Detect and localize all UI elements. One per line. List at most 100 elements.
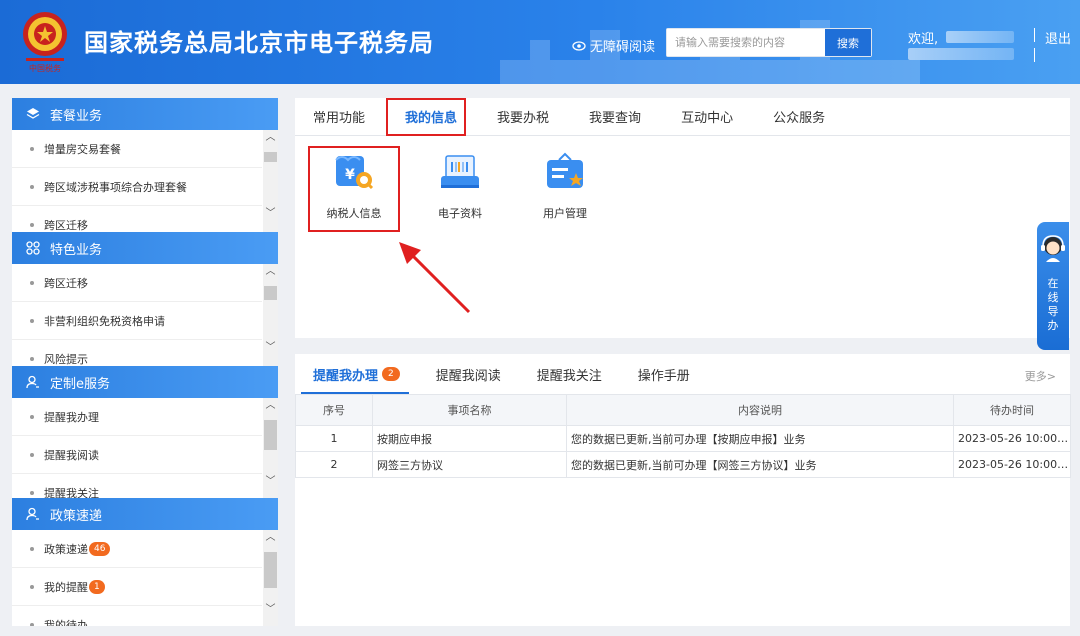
chevron-up-icon[interactable]: ︿	[265, 532, 276, 543]
app-label: 用户管理	[543, 207, 587, 220]
user-icon	[26, 375, 40, 389]
section-list: 跨区迁移 非营利组织免税资格申请 风险提示 ︿ ﹀	[12, 264, 278, 366]
eye-icon	[572, 40, 586, 51]
active-tab-underline	[301, 392, 409, 394]
my-info-panel: 常用功能 我的信息 我要办税 我要查询 互动中心 公众服务 ¥ 纳税人信息 电子…	[295, 98, 1070, 338]
scrollbar[interactable]: ︿ ﹀	[263, 398, 278, 500]
column-header: 事项名称	[372, 394, 567, 426]
chevron-down-icon[interactable]: ﹀	[265, 342, 276, 353]
count-badge: 2	[382, 367, 400, 381]
table-cell[interactable]: 网签三方协议	[372, 451, 567, 478]
welcome-text: 欢迎,	[908, 32, 939, 47]
table-row[interactable]: 2 网签三方协议 您的数据已更新,当前可办理【网签三方协议】业务 2023-05…	[295, 451, 1071, 478]
list-item[interactable]: 跨区域涉税事项综合办理套餐	[12, 168, 262, 206]
list-item[interactable]: 非营利组织免税资格申请	[12, 302, 262, 340]
column-header: 序号	[295, 394, 373, 426]
tab-public-service[interactable]: 公众服务	[773, 107, 825, 126]
sidebar-section-custom: 定制e服务 提醒我办理 提醒我阅读 提醒我关注 ︿ ﹀	[12, 366, 278, 500]
list-item[interactable]: 政策速递 46	[12, 530, 262, 568]
sidebar-section-policy: 政策速递 政策速递 46 我的提醒 1 我的待办 ︿ ﹀	[12, 498, 278, 626]
list-item[interactable]: 跨区迁移	[12, 264, 262, 302]
scrollbar-thumb[interactable]	[264, 152, 277, 162]
table-cell: 2	[295, 451, 373, 478]
online-guide-label: 在线导办	[1047, 277, 1059, 332]
section-header[interactable]: 套餐业务	[12, 98, 278, 130]
highlight-box-taxpayer-info	[308, 146, 400, 232]
layers-icon	[26, 107, 40, 121]
user-icon	[26, 507, 40, 521]
section-list: 政策速递 46 我的提醒 1 我的待办 ︿ ﹀	[12, 530, 278, 626]
tab-remind-handle[interactable]: 提醒我办理 2	[313, 365, 400, 384]
scrollbar[interactable]: ︿ ﹀	[263, 130, 278, 232]
chevron-up-icon[interactable]: ︿	[265, 266, 276, 277]
list-item[interactable]: 我的提醒 1	[12, 568, 262, 606]
logout-link[interactable]: 退出	[1045, 28, 1071, 47]
svg-text:中国税务: 中国税务	[29, 63, 61, 73]
tab-interaction[interactable]: 互动中心	[681, 107, 733, 126]
app-user-management[interactable]: 用户管理	[520, 146, 610, 221]
reminders-panel: 提醒我办理 2 提醒我阅读 提醒我关注 操作手册 更多> 序号 事项名称 内容说…	[295, 354, 1071, 626]
tab-remind-follow[interactable]: 提醒我关注	[537, 365, 602, 384]
section-list: 增量房交易套餐 跨区域涉税事项综合办理套餐 跨区迁移 ︿ ﹀	[12, 130, 278, 232]
online-guide-button[interactable]: 在线导办	[1037, 222, 1069, 350]
search-input[interactable]	[667, 29, 825, 56]
section-list: 提醒我办理 提醒我阅读 提醒我关注 ︿ ﹀	[12, 398, 278, 500]
chevron-up-icon[interactable]: ︿	[265, 132, 276, 143]
tab-remind-read[interactable]: 提醒我阅读	[436, 365, 501, 384]
list-item[interactable]: 提醒我办理	[12, 398, 262, 436]
section-header[interactable]: 特色业务	[12, 232, 278, 264]
table-cell[interactable]: 按期应申报	[372, 425, 567, 452]
customer-service-icon	[1041, 235, 1065, 262]
accessibility-link[interactable]: 无障碍阅读	[572, 36, 655, 55]
table-cell: 2023-05-26 10:00:...	[953, 451, 1071, 478]
electronic-docs-icon	[441, 155, 479, 188]
tab-manual[interactable]: 操作手册	[638, 365, 690, 384]
list-item[interactable]: 提醒我关注	[12, 474, 262, 500]
sidebar-section-package: 套餐业务 增量房交易套餐 跨区域涉税事项综合办理套餐 跨区迁移 ︿ ﹀	[12, 98, 278, 232]
table-cell: 1	[295, 425, 373, 452]
user-management-icon	[547, 152, 583, 188]
section-header[interactable]: 政策速递	[12, 498, 278, 530]
count-badge: 1	[89, 579, 105, 594]
app-electronic-docs[interactable]: 电子资料	[415, 146, 505, 221]
username-redacted	[946, 31, 1014, 43]
scrollbar-thumb[interactable]	[264, 286, 277, 300]
section-title: 套餐业务	[50, 108, 103, 124]
highlight-box-tab	[386, 98, 466, 136]
chevron-down-icon[interactable]: ﹀	[265, 208, 276, 219]
tab-query[interactable]: 我要查询	[589, 107, 641, 126]
search-box: 搜索	[666, 28, 872, 57]
list-item[interactable]: 跨区迁移	[12, 206, 262, 232]
grid-icon	[26, 241, 40, 255]
chevron-down-icon[interactable]: ﹀	[265, 476, 276, 487]
chevron-down-icon[interactable]: ﹀	[265, 604, 276, 615]
sidebar-section-special: 特色业务 跨区迁移 非营利组织免税资格申请 风险提示 ︿ ﹀	[12, 232, 278, 366]
sidebar: 套餐业务 增量房交易套餐 跨区域涉税事项综合办理套餐 跨区迁移 ︿ ﹀ 特色业务…	[12, 98, 278, 626]
app-label: 电子资料	[438, 207, 482, 220]
tab-handle-tax[interactable]: 我要办税	[497, 107, 549, 126]
company-redacted	[908, 48, 1014, 60]
table-header-row: 序号 事项名称 内容说明 待办时间	[295, 394, 1071, 426]
list-item[interactable]: 增量房交易套餐	[12, 130, 262, 168]
table-row[interactable]: 1 按期应申报 您的数据已更新,当前可办理【按期应申报】业务 2023-05-2…	[295, 425, 1071, 452]
section-title: 政策速递	[50, 508, 103, 524]
scrollbar[interactable]: ︿ ﹀	[263, 264, 278, 366]
reminder-table: 序号 事项名称 内容说明 待办时间 1 按期应申报 您的数据已更新,当前可办理【…	[295, 394, 1071, 478]
site-title: 国家税务总局北京市电子税务局	[84, 29, 434, 57]
list-item[interactable]: 提醒我阅读	[12, 436, 262, 474]
section-header[interactable]: 定制e服务	[12, 366, 278, 398]
table-cell: 您的数据已更新,当前可办理【网签三方协议】业务	[566, 451, 954, 478]
chevron-up-icon[interactable]: ︿	[265, 400, 276, 411]
tax-emblem-logo: 中国税务	[23, 12, 67, 73]
search-button[interactable]: 搜索	[825, 29, 871, 56]
scrollbar-thumb[interactable]	[264, 552, 277, 588]
reminder-tabs: 提醒我办理 2 提醒我阅读 提醒我关注 操作手册 更多>	[295, 354, 1070, 394]
list-item[interactable]: 风险提示	[12, 340, 262, 366]
scrollbar-thumb[interactable]	[264, 420, 277, 450]
more-link[interactable]: 更多>	[1025, 368, 1056, 384]
tab-common[interactable]: 常用功能	[313, 107, 365, 126]
list-item[interactable]: 我的待办	[12, 606, 262, 626]
header-divider	[1034, 28, 1036, 62]
column-header: 内容说明	[566, 394, 954, 426]
scrollbar[interactable]: ︿ ﹀	[263, 530, 278, 626]
